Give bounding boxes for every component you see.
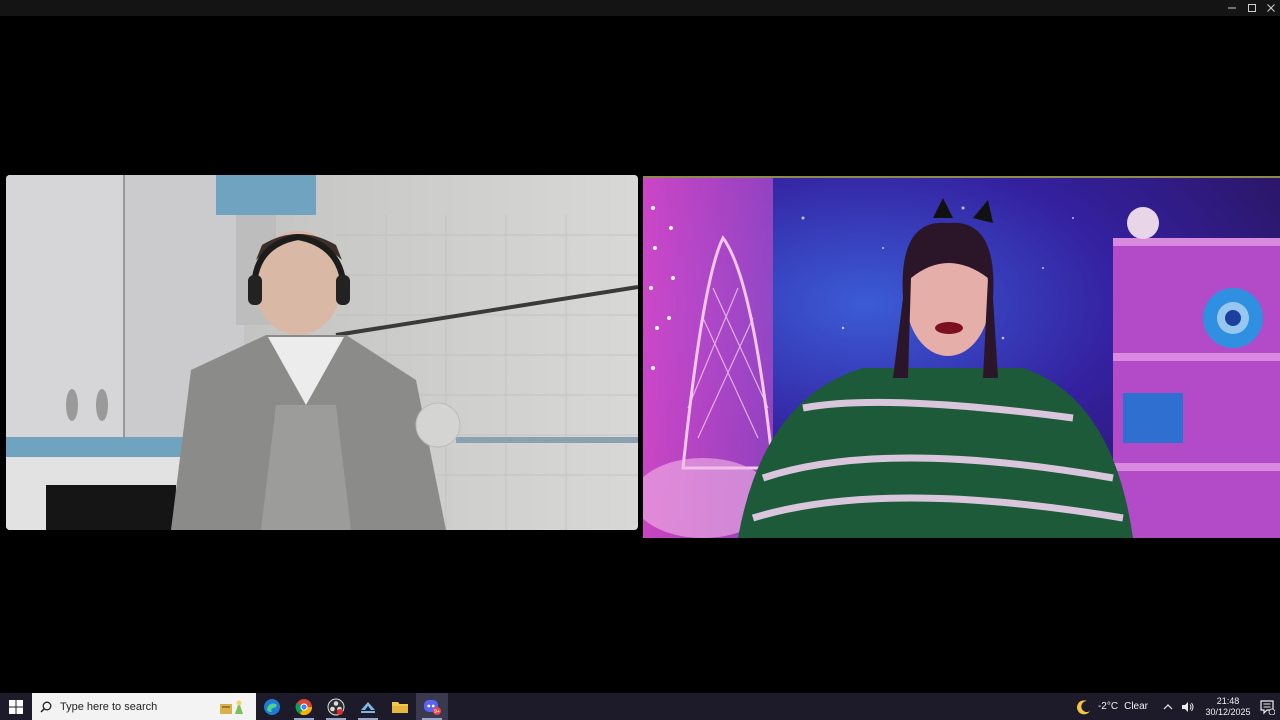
taskbar-search-box[interactable]: Type here to search (32, 693, 224, 720)
system-tray: -2°C Clear 21:48 30/12/2025 (1076, 693, 1280, 720)
news-icon (220, 700, 243, 714)
notification-center-button[interactable] (1254, 693, 1280, 720)
desktop: Type here to search 9+ -2°C Clear 21:48 … (0, 0, 1280, 720)
notification-icon (1260, 699, 1275, 715)
steam-icon (361, 701, 375, 713)
speaker-icon (1182, 701, 1194, 712)
moon-icon (1077, 699, 1090, 714)
volume-button[interactable] (1180, 693, 1196, 720)
taskbar-clock[interactable]: 21:48 30/12/2025 (1202, 696, 1254, 718)
webcam-feed-1 (6, 175, 638, 530)
clock-date: 30/12/2025 (1205, 706, 1251, 717)
webcam-feed-2 (643, 178, 1280, 538)
weather-temperature: -2°C (1097, 701, 1119, 712)
minimize-button[interactable] (1222, 0, 1242, 16)
close-icon (1267, 4, 1275, 12)
obs-icon (327, 698, 345, 715)
search-icon (40, 701, 52, 713)
video-tile-participant-1[interactable] (6, 175, 638, 530)
maximize-icon (1248, 4, 1256, 12)
minimize-icon (1228, 7, 1236, 9)
taskbar-steam[interactable] (352, 693, 384, 720)
window-titlebar (0, 0, 1280, 16)
taskbar-chrome[interactable] (288, 693, 320, 720)
close-button[interactable] (1261, 0, 1280, 16)
taskbar: Type here to search 9+ -2°C Clear 21:48 … (0, 693, 1280, 720)
taskbar-obs[interactable] (320, 693, 352, 720)
weather-widget[interactable]: -2°C Clear (1076, 699, 1160, 715)
show-hidden-icons-button[interactable] (1160, 693, 1176, 720)
taskbar-news-widget[interactable] (208, 693, 256, 720)
taskbar-file-explorer[interactable] (384, 693, 416, 720)
weather-condition: Clear (1124, 701, 1148, 712)
svg-text:9+: 9+ (434, 709, 440, 715)
folder-icon (392, 701, 408, 713)
edge-icon (264, 698, 280, 715)
search-placeholder: Type here to search (60, 700, 158, 713)
taskbar-edge[interactable] (256, 693, 288, 720)
maximize-button[interactable] (1242, 0, 1262, 16)
windows-logo-icon (9, 699, 23, 714)
start-button[interactable] (0, 693, 32, 720)
video-tile-participant-2[interactable] (643, 176, 1280, 538)
taskbar-discord[interactable]: 9+ (416, 693, 448, 720)
chevron-up-icon (1163, 703, 1173, 709)
discord-icon: 9+ (424, 699, 441, 715)
clock-time: 21:48 (1216, 695, 1240, 706)
chrome-icon (295, 698, 313, 715)
